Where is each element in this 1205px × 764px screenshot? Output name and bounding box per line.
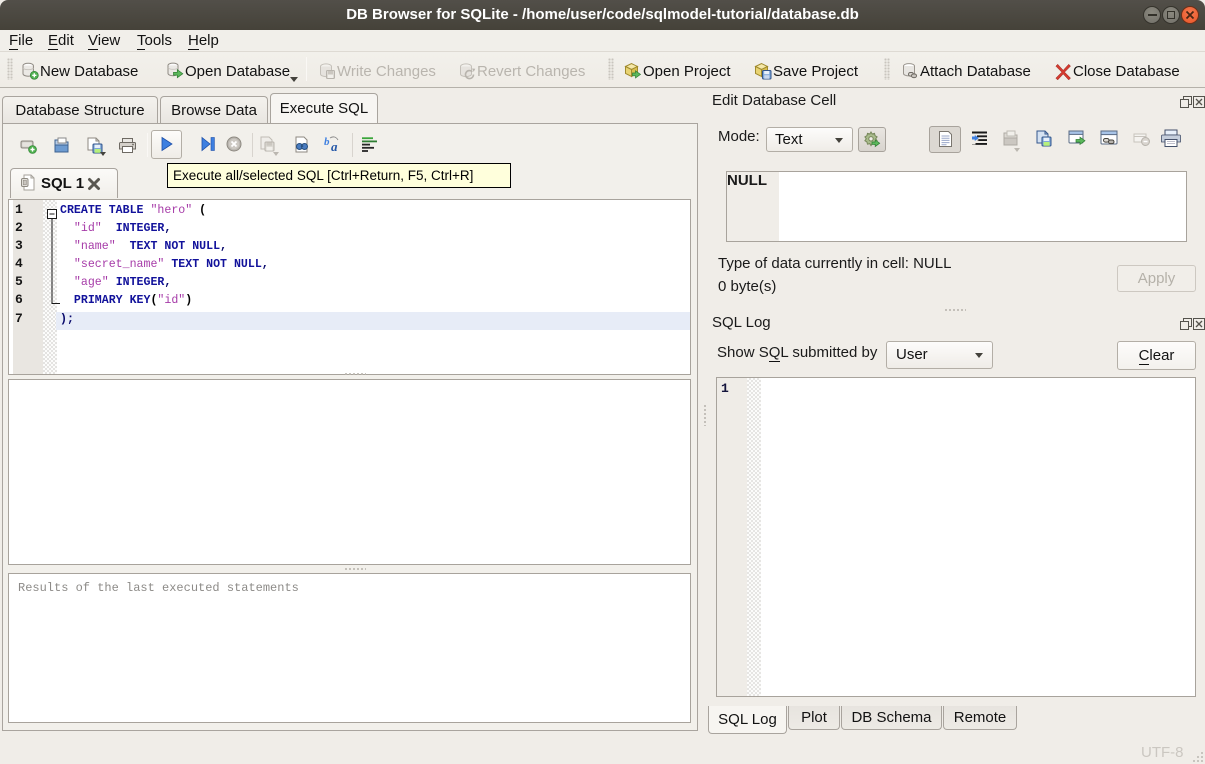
svg-text:b: b	[324, 136, 330, 148]
svg-text:a: a	[331, 139, 338, 154]
